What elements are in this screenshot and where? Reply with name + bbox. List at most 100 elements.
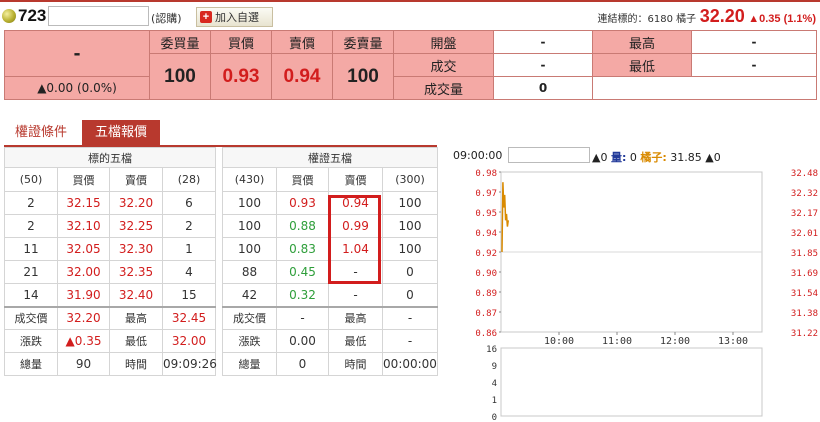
- quote-header: 723 (認購) + 加入自選 連結標的：6180 橘子 32.20 ▲0.35…: [0, 0, 820, 30]
- low-label: 最低: [328, 329, 383, 353]
- tab-five-level-quotes[interactable]: 五檔報價: [82, 120, 160, 145]
- stat-value-low: -: [691, 53, 817, 77]
- bid-qty-cell: 21: [4, 260, 58, 284]
- volume-value: 90: [57, 352, 110, 376]
- table-row: 14 31.90 32.40 15: [4, 283, 216, 307]
- right-tick-label: 31.22: [791, 329, 818, 339]
- left-tick-label: 0.95: [475, 209, 497, 219]
- linked-underlying-change: ▲0.35 (1.1%): [748, 13, 816, 25]
- add-to-watchlist-button[interactable]: + 加入自選: [196, 7, 273, 27]
- bid-price-cell: 0.83: [276, 237, 329, 261]
- ask-price-cell: -: [328, 260, 383, 284]
- left-tick-label: 0.87: [475, 309, 497, 319]
- left-tick-label: 0.89: [475, 289, 497, 299]
- stat-empty: [592, 76, 817, 100]
- trade-price-label: 成交價: [4, 305, 58, 330]
- table-row: 21 32.00 32.35 4: [4, 260, 216, 284]
- underlying-order-book: 標的五檔 (50) 買價 賣價 (28) 2 32.15 32.20 6 2 3…: [4, 147, 217, 376]
- header-ask: 賣價: [271, 30, 333, 54]
- right-tick-label: 32.17: [791, 209, 818, 219]
- bid-qty-cell: 2: [4, 191, 58, 215]
- x-tick-label: 13:00: [718, 336, 748, 347]
- chart-canvas: 0.98 0.97 0.95 0.94 0.92 0.90 0.89 0.87 0.86 32.4…: [475, 169, 818, 422]
- change-label: 漲跌: [222, 329, 277, 353]
- stat-label-volume: 成交量: [393, 76, 494, 100]
- underlying-bid-total: (50): [4, 167, 58, 192]
- bid-qty-cell: 100: [222, 237, 277, 261]
- stat-label-open: 開盤: [393, 30, 494, 54]
- ask-price-cell: 32.30: [109, 237, 163, 261]
- warrant-ask-total: (300): [382, 167, 438, 192]
- bid-price-cell: 0.32: [276, 283, 329, 307]
- x-tick-label: 12:00: [660, 336, 690, 347]
- ask-price-cell: -: [328, 283, 383, 307]
- bid-price-cell: 32.15: [57, 191, 110, 215]
- time-label: 時間: [328, 352, 383, 376]
- plus-icon: +: [200, 11, 212, 23]
- ask-price-cell: 32.25: [109, 214, 163, 238]
- left-tick-label: 0.98: [475, 169, 497, 179]
- change-label: 漲跌: [4, 329, 58, 353]
- stat-value-trade: -: [493, 53, 593, 77]
- ask-qty-cell: 0: [382, 260, 438, 284]
- bid-qty-cell: 42: [222, 283, 277, 307]
- ask-price-cell: 32.35: [109, 260, 163, 284]
- ask-qty-cell: 100: [382, 214, 438, 238]
- right-tick-label: 31.85: [791, 249, 818, 259]
- table-row: 11 32.05 32.30 1: [4, 237, 216, 261]
- ask-qty-cell: 100: [382, 191, 438, 215]
- bid-price-cell: 0.88: [276, 214, 329, 238]
- high-label: 最高: [328, 305, 383, 330]
- chart-underlying-price: 31.85: [670, 151, 702, 164]
- x-tick-label: 10:00: [544, 336, 574, 347]
- volume-label: 總量: [4, 352, 58, 376]
- ask-qty-cell: 1: [162, 237, 216, 261]
- stat-label-low: 最低: [592, 53, 692, 77]
- stat-value-open: -: [493, 30, 593, 54]
- summary-quote-table: - 委買量 買價 賣價 委賣量 開盤 - 最高 - 100 0.93 0.94 …: [4, 30, 817, 100]
- volume-tick-label: 4: [492, 379, 497, 389]
- right-tick-label: 31.69: [791, 269, 818, 279]
- volume-tick-label: 1: [492, 396, 497, 406]
- ask-qty-cell: 2: [162, 214, 216, 238]
- ask-price-cell: 0.94: [328, 191, 383, 215]
- header-ask-qty: 委賣量: [332, 30, 394, 54]
- bid-qty-cell: 11: [4, 237, 58, 261]
- ask-price-cell: 1.04: [328, 237, 383, 261]
- table-row: 總量 0 時間 00:00:00: [222, 352, 438, 376]
- bid-price-cell: 0.93: [276, 191, 329, 215]
- right-tick-label: 32.01: [791, 229, 818, 239]
- bid-qty-cell: 2: [4, 214, 58, 238]
- header-bid-qty: 委買量: [149, 30, 211, 54]
- ask-price-cell: 32.40: [109, 283, 163, 307]
- bid-qty-cell: 100: [222, 214, 277, 238]
- volume-plot-area: [500, 347, 763, 417]
- warrant-type: (認購): [151, 12, 182, 25]
- warrant-bid-header: 買價: [276, 167, 329, 192]
- add-to-watchlist-label: 加入自選: [215, 11, 259, 24]
- change-value: ▲0.35: [57, 329, 110, 353]
- stat-label-trade: 成交: [393, 53, 494, 77]
- table-row: 漲跌 ▲0.35 最低 32.00: [4, 329, 216, 353]
- low-value: 32.00: [162, 329, 216, 353]
- ask-price-cell: 0.99: [328, 214, 383, 238]
- right-tick-label: 32.48: [791, 169, 818, 179]
- stat-label-high: 最高: [592, 30, 692, 54]
- time-label: 時間: [109, 352, 163, 376]
- trade-price-value: -: [276, 305, 329, 330]
- chart-time: 09:00:00: [453, 149, 503, 162]
- x-tick-label: 11:00: [602, 336, 632, 347]
- right-tick-label: 31.38: [791, 309, 818, 319]
- bid-qty-cell: 88: [222, 260, 277, 284]
- table-row: 100 0.88 0.99 100: [222, 214, 438, 238]
- ask-qty-cell: 100: [382, 237, 438, 261]
- bid-price-cell: 31.90: [57, 283, 110, 307]
- volume-label: 總量: [222, 352, 277, 376]
- underlying-bid-header: 買價: [57, 167, 110, 192]
- low-label: 最低: [109, 329, 163, 353]
- tab-warrant-terms[interactable]: 權證條件: [4, 120, 78, 145]
- chart-price-field: [508, 147, 590, 163]
- chart-change: ▲0: [592, 151, 608, 164]
- left-tick-label: 0.92: [475, 249, 497, 259]
- stat-value-volume: 0: [493, 76, 593, 100]
